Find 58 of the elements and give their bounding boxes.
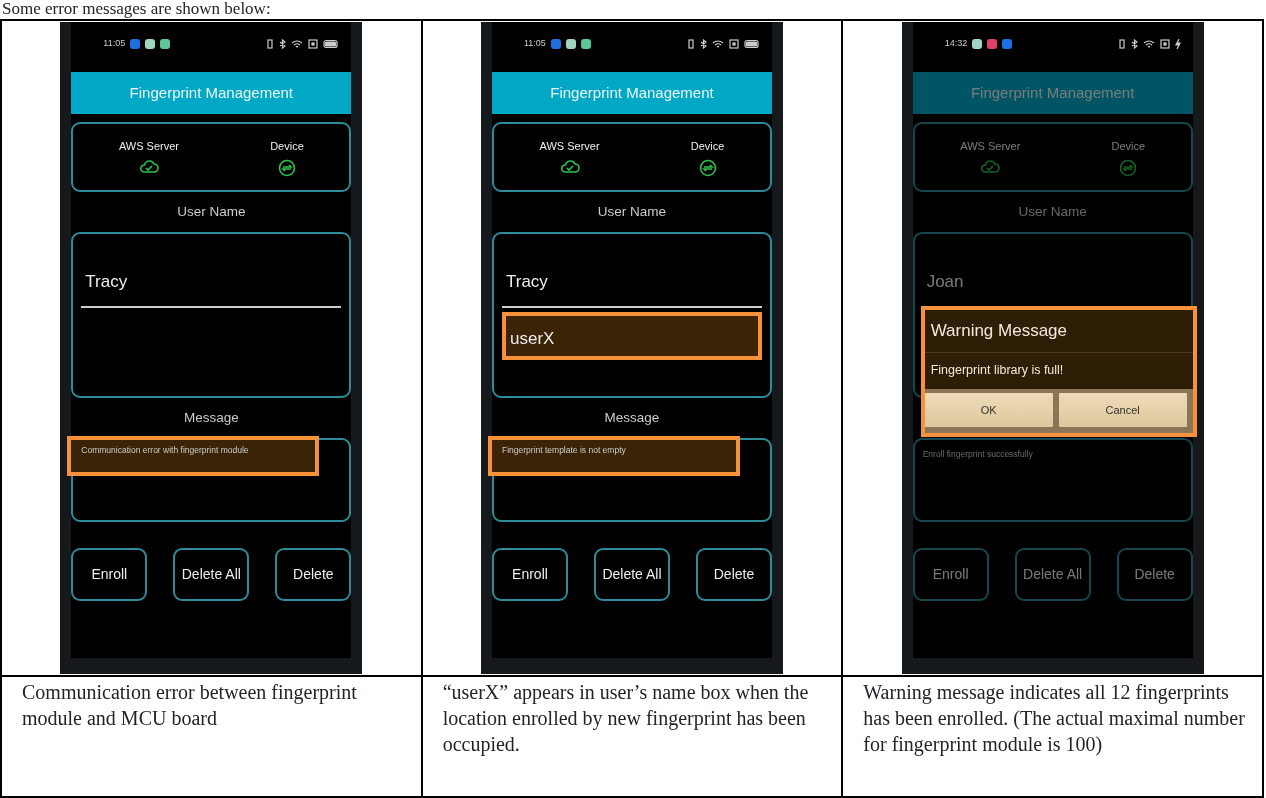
app-title-bar: Fingerprint Management — [912, 72, 1193, 114]
message-text: Fingerprint template is not empty — [488, 436, 740, 476]
sim-icon — [729, 39, 739, 49]
action-button[interactable]: Delete — [275, 548, 352, 601]
dialog-button[interactable]: Cancel — [1058, 393, 1187, 428]
connection-label: AWS Server — [118, 139, 179, 154]
name-entry: userX — [502, 312, 762, 360]
connection-label: Device — [270, 139, 304, 154]
cloud-check-icon — [980, 158, 1001, 173]
section-label: Message — [182, 409, 240, 427]
wifi-icon — [712, 39, 724, 49]
vibrate-icon — [1117, 39, 1126, 49]
cloud-check-icon — [138, 158, 159, 173]
sync-icon — [277, 158, 296, 177]
connection-label: AWS Server — [960, 139, 1021, 154]
sim-icon — [1159, 39, 1170, 49]
status-time: 11:05 — [103, 37, 126, 51]
name-entry: Tracy — [81, 256, 342, 308]
connection-label: Device — [1111, 139, 1146, 154]
action-button[interactable]: Delete — [696, 548, 772, 601]
dialog-message: Fingerprint library is full! — [929, 361, 1065, 379]
caption-text: Warning message indicates all 12 fingerprints has been enrolled. (The actual maximal number for fingerprint module is 100) — [862, 680, 1246, 757]
status-time: 14:32 — [944, 37, 968, 51]
bluetooth-icon — [1130, 39, 1138, 49]
action-button[interactable]: Delete All — [173, 548, 250, 601]
action-button[interactable]: Enroll — [912, 548, 989, 601]
action-button[interactable]: Delete All — [594, 548, 670, 601]
app-title-bar: Fingerprint Management — [71, 72, 352, 114]
document-heading: Some error messages are shown below: — [1, 0, 272, 19]
connection-label: Device — [690, 139, 725, 154]
wifi-icon — [291, 39, 304, 49]
name-entry: Tracy — [502, 256, 762, 308]
bluetooth-icon — [279, 39, 287, 49]
vibrate-icon — [687, 39, 695, 49]
caption-text: Communication error between fingerprint module and MCU board — [21, 680, 358, 731]
connection-label: AWS Server — [539, 139, 600, 154]
message-text: Enroll fingerprint successfully — [921, 448, 1034, 461]
message-text: Communication error with fingerprint module — [67, 436, 320, 476]
sync-icon — [1119, 158, 1138, 177]
bluetooth-icon — [700, 39, 707, 49]
sync-icon — [698, 158, 717, 177]
sim-icon — [308, 39, 319, 49]
section-label: User Name — [596, 203, 668, 221]
section-label: Message — [603, 409, 661, 427]
action-button[interactable]: Enroll — [71, 548, 148, 601]
cloud-check-icon — [559, 158, 580, 173]
section-label: User Name — [176, 203, 247, 221]
action-button[interactable]: Delete All — [1014, 548, 1091, 601]
app-title-bar: Fingerprint Management — [492, 72, 772, 114]
action-button[interactable]: Enroll — [492, 548, 568, 601]
wifi-icon — [1142, 39, 1155, 49]
dialog-title: Warning Message — [924, 310, 1193, 353]
action-button[interactable]: Delete — [1116, 548, 1193, 601]
section-label: User Name — [1017, 203, 1088, 221]
vibrate-icon — [266, 39, 275, 49]
dialog-button[interactable]: OK — [924, 393, 1053, 428]
status-time: 11:05 — [524, 37, 546, 51]
caption-text: “userX” appears in user’s name box when the location enrolled by new fingerprint has been occupied. — [441, 680, 810, 757]
